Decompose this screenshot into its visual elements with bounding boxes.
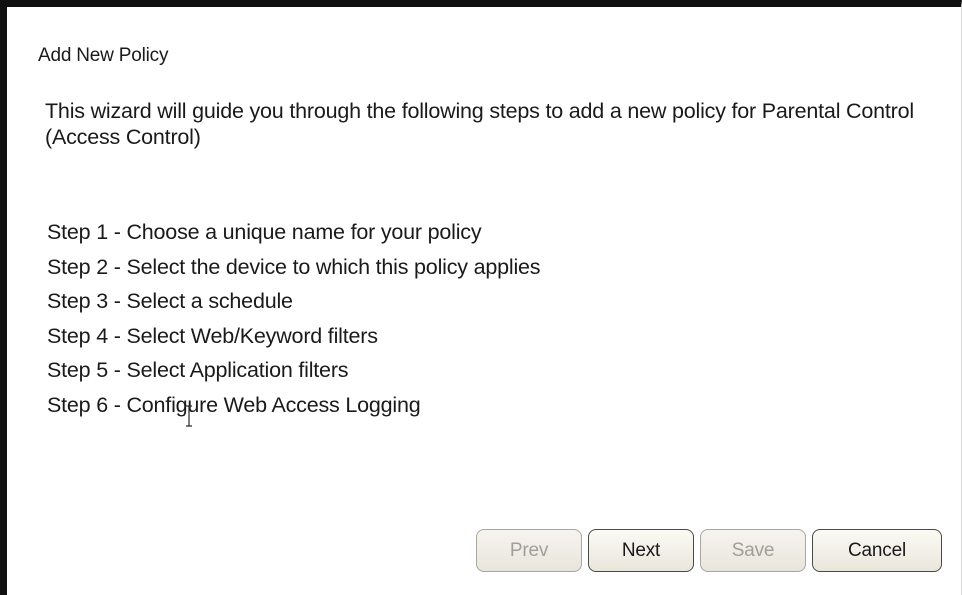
save-button[interactable]: Save (700, 529, 806, 572)
wizard-step-3: Step 3 - Select a schedule (47, 289, 293, 313)
wizard-button-row: Prev Next Save Cancel (476, 529, 942, 572)
wizard-intro-text: This wizard will guide you through the f… (45, 99, 914, 149)
text-cursor-icon (186, 405, 192, 427)
wizard-panel: Add New Policy This wizard will guide yo… (0, 0, 962, 595)
wizard-step-1: Step 1 - Choose a unique name for your p… (47, 220, 482, 244)
wizard-steps-list: Step 1 - Choose a unique name for your p… (47, 215, 541, 422)
panel-title: Add New Policy (38, 45, 169, 66)
cancel-button[interactable]: Cancel (812, 529, 942, 572)
wizard-step-6: Step 6 - Configure Web Access Logging (47, 392, 421, 417)
next-button[interactable]: Next (588, 529, 694, 572)
prev-button[interactable]: Prev (476, 529, 582, 572)
wizard-step-5: Step 5 - Select Application filters (47, 358, 349, 382)
wizard-step-4: Step 4 - Select Web/Keyword filters (47, 323, 378, 348)
wizard-step-2: Step 2 - Select the device to which this… (47, 254, 541, 279)
